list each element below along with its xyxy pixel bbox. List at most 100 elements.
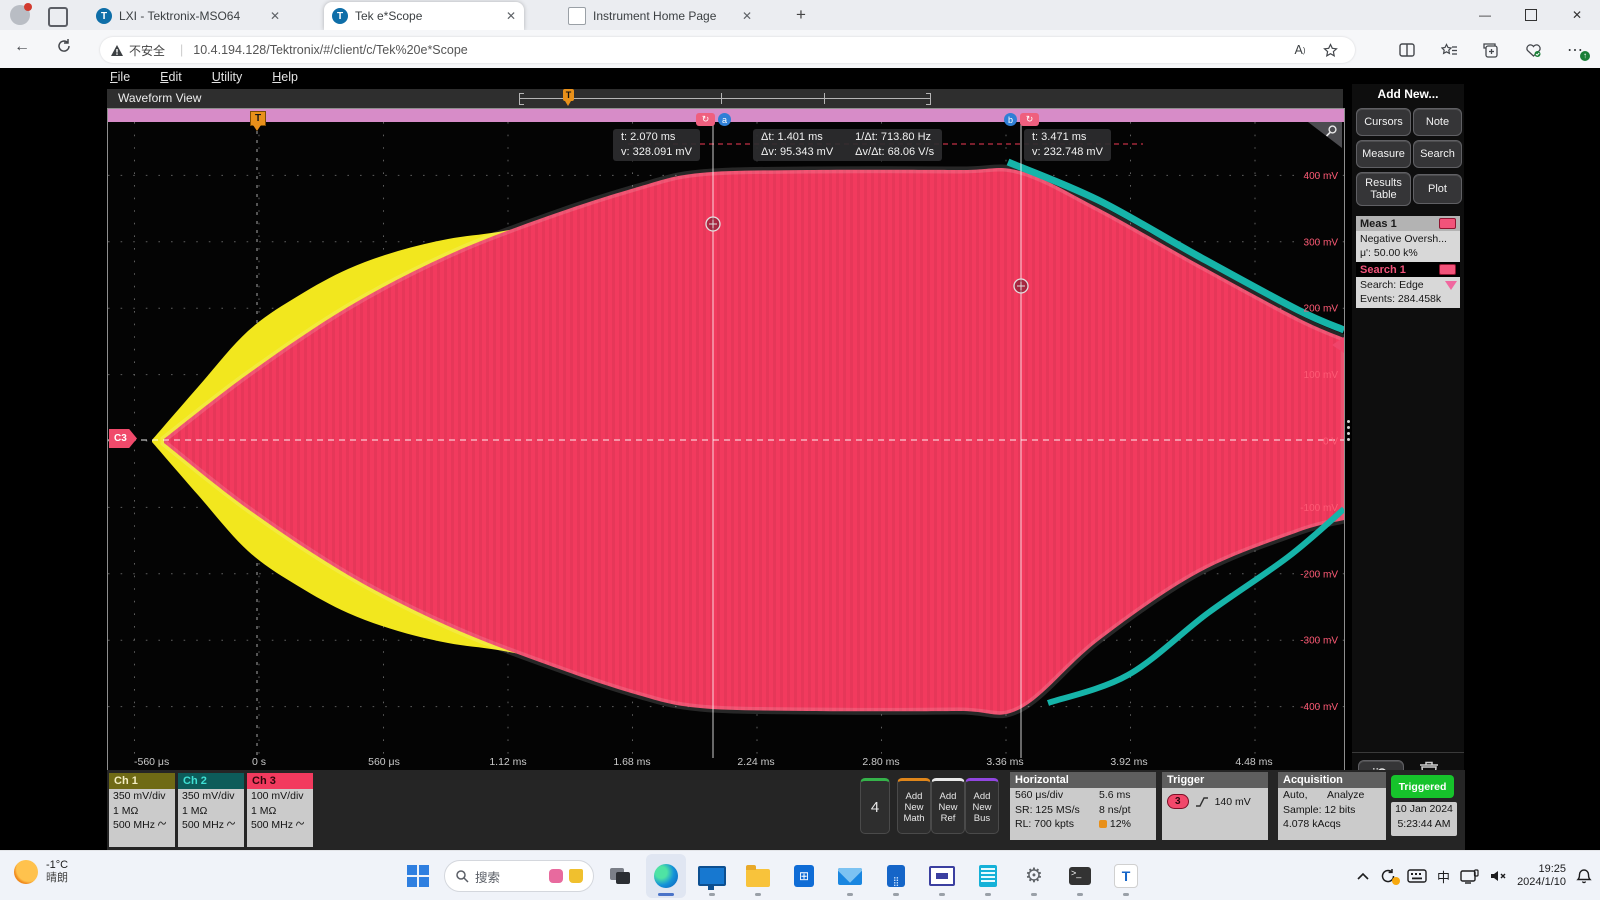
- waveform-display[interactable]: 400 mV300 mV200 mV100 mV0 V-100 mV-200 m…: [107, 108, 1345, 772]
- taskbar-edge-button[interactable]: [646, 854, 686, 898]
- task-view-button[interactable]: [600, 854, 640, 898]
- store-bag-icon: ⊞: [794, 865, 814, 887]
- browser-tab-lxi[interactable]: T LXI - Tektronix-MSO64 ✕: [88, 2, 288, 30]
- cursor-delta-readout: Δt: 1.401 ms 1/Δt: 713.80 Hz Δv: 95.343 …: [753, 129, 942, 161]
- split-screen-icon[interactable]: [1392, 37, 1422, 63]
- panel-splitter-handle[interactable]: [1346, 420, 1350, 442]
- refresh-button[interactable]: [56, 38, 72, 54]
- cursor-b-badge[interactable]: b: [1004, 113, 1017, 126]
- notification-bell-icon[interactable]: [1576, 868, 1592, 885]
- favorite-star-icon[interactable]: [1315, 37, 1345, 63]
- ime-indicator[interactable]: 中: [1437, 867, 1450, 886]
- channel1-badge[interactable]: Ch 1 350 mV/div 1 MΩ 500 MHz: [109, 773, 175, 847]
- settings-menu-icon[interactable]: ⋯↑: [1560, 37, 1590, 63]
- add-results-table-button[interactable]: Results Table: [1356, 172, 1411, 206]
- browser-essentials-icon[interactable]: [1518, 37, 1548, 63]
- add-search-button[interactable]: Search: [1413, 140, 1462, 168]
- position-icon: [1099, 820, 1107, 828]
- close-button[interactable]: ✕: [1554, 0, 1600, 30]
- cursor-a-link-badge[interactable]: ↻: [696, 113, 715, 126]
- search1-badge[interactable]: Search 1 Search: Edge Events: 284.458k: [1356, 262, 1460, 308]
- search1-expand-icon[interactable]: [1445, 281, 1457, 296]
- browser-tab-home[interactable]: Instrument Home Page ✕: [560, 2, 760, 30]
- tab-favicon-tek-icon: T: [332, 8, 348, 24]
- taskbar-settings-button[interactable]: ⚙: [1014, 854, 1054, 898]
- svg-text:4.48 ms: 4.48 ms: [1235, 756, 1272, 768]
- waveform-plot[interactable]: 400 mV300 mV200 mV100 mV0 V-100 mV-200 m…: [108, 109, 1344, 771]
- cast-display-icon[interactable]: [1460, 869, 1479, 884]
- terminal-icon: >_: [1069, 867, 1091, 885]
- taskbar-weather-widget[interactable]: -1°C 晴朗: [14, 859, 68, 885]
- svg-text:-200 mV: -200 mV: [1300, 569, 1338, 580]
- taskbar-display-app-button[interactable]: [692, 854, 732, 898]
- tab-close-icon[interactable]: ✕: [506, 9, 516, 23]
- cursor-b-link-badge[interactable]: ↻: [1020, 113, 1039, 126]
- acquisition-count: 4.078 kAcqs: [1283, 817, 1381, 832]
- minimize-button[interactable]: —: [1462, 0, 1508, 30]
- add-plot-button[interactable]: Plot: [1413, 174, 1462, 204]
- horizontal-position: 12%: [1110, 818, 1131, 830]
- windows-taskbar: -1°C 晴朗 搜索 ⊞ ⣿ ⚙ >_ T: [0, 850, 1600, 900]
- taskbar-terminal-button[interactable]: >_: [1060, 854, 1100, 898]
- collections-icon[interactable]: [1476, 37, 1506, 63]
- trigger-badge[interactable]: Trigger 3 140 mV: [1162, 772, 1268, 840]
- profile-avatar[interactable]: [10, 5, 30, 25]
- taskbar-store-button[interactable]: ⊞: [784, 854, 824, 898]
- tab-close-icon[interactable]: ✕: [742, 9, 752, 23]
- add-note-button[interactable]: Note: [1413, 108, 1462, 136]
- taskbar-calculator-button[interactable]: ⣿: [876, 854, 916, 898]
- trigger-header: Trigger: [1162, 772, 1268, 788]
- svg-text:100 mV: 100 mV: [1304, 370, 1339, 381]
- record-trigger-marker[interactable]: T: [563, 89, 574, 101]
- menu-file[interactable]: File: [110, 70, 130, 84]
- add-new-math-button[interactable]: AddNewMath: [897, 778, 931, 834]
- weather-condition: 晴朗: [46, 872, 68, 885]
- url-field[interactable]: 不安全 | 10.4.194.128/Tektronix/#/client/c/…: [100, 37, 1355, 63]
- add-new-bus-button[interactable]: AddNewBus: [965, 778, 999, 834]
- back-button[interactable]: ←: [14, 38, 30, 56]
- maximize-button[interactable]: [1508, 0, 1554, 30]
- read-aloud-icon[interactable]: A): [1285, 37, 1315, 63]
- start-button[interactable]: [398, 854, 438, 898]
- taskbar-clock[interactable]: 19:25 2024/1/10: [1517, 863, 1566, 889]
- browser-tab-escope[interactable]: T Tek e*Scope ✕: [324, 2, 524, 30]
- taskbar-search-box[interactable]: 搜索: [444, 860, 594, 892]
- menu-utility[interactable]: Utility: [212, 70, 243, 84]
- waveform-view-tab[interactable]: Waveform View: [118, 91, 201, 105]
- trigger-position-marker[interactable]: T: [250, 111, 266, 126]
- svg-text:200 mV: 200 mV: [1304, 304, 1339, 315]
- sync-update-icon[interactable]: [1380, 868, 1397, 884]
- taskbar-mail-button[interactable]: [830, 854, 870, 898]
- horizontal-badge[interactable]: Horizontal 560 μs/div5.6 ms SR: 125 MS/s…: [1010, 772, 1156, 840]
- new-tab-button[interactable]: +: [796, 7, 806, 23]
- menu-help[interactable]: Help: [272, 70, 298, 84]
- add-measure-button[interactable]: Measure: [1356, 140, 1411, 168]
- acquisition-header: Acquisition: [1278, 772, 1386, 788]
- search-placeholder: 搜索: [475, 867, 500, 886]
- channel1-header: Ch 1: [109, 773, 175, 789]
- taskbar-notes-button[interactable]: [968, 854, 1008, 898]
- touch-keyboard-icon[interactable]: [1407, 869, 1427, 883]
- favorites-list-icon[interactable]: [1434, 37, 1464, 63]
- add-new-ref-button[interactable]: AddNewRef: [931, 778, 965, 834]
- channel2-badge[interactable]: Ch 2 350 mV/div 1 MΩ 500 MHz: [178, 773, 244, 847]
- sample-rate: SR: 125 MS/s: [1015, 803, 1099, 818]
- tab-actions-icon[interactable]: [48, 7, 68, 27]
- volume-muted-icon[interactable]: [1489, 869, 1507, 883]
- menu-edit[interactable]: Edit: [160, 70, 182, 84]
- tray-overflow-chevron-icon[interactable]: [1356, 872, 1370, 881]
- svg-text:560 μs: 560 μs: [368, 756, 400, 768]
- add-cursors-button[interactable]: Cursors: [1356, 108, 1411, 136]
- mail-envelope-icon: [838, 868, 862, 885]
- tab-close-icon[interactable]: ✕: [270, 9, 280, 23]
- svg-text:-300 mV: -300 mV: [1300, 636, 1338, 647]
- cursor-a-badge[interactable]: a: [718, 113, 731, 126]
- channel4-button[interactable]: 4: [860, 778, 890, 834]
- taskbar-file-explorer-button[interactable]: [738, 854, 778, 898]
- meas1-badge[interactable]: Meas 1 Negative Oversh... μ': 50.00 k%: [1356, 216, 1460, 262]
- taskbar-presentation-button[interactable]: [922, 854, 962, 898]
- taskbar-tekscope-button[interactable]: T: [1106, 854, 1146, 898]
- record-view-ruler[interactable]: T: [519, 89, 931, 108]
- acquisition-badge[interactable]: Acquisition Auto,Analyze Sample: 12 bits…: [1278, 772, 1386, 840]
- channel3-badge[interactable]: Ch 3 100 mV/div 1 MΩ 500 MHz: [247, 773, 313, 847]
